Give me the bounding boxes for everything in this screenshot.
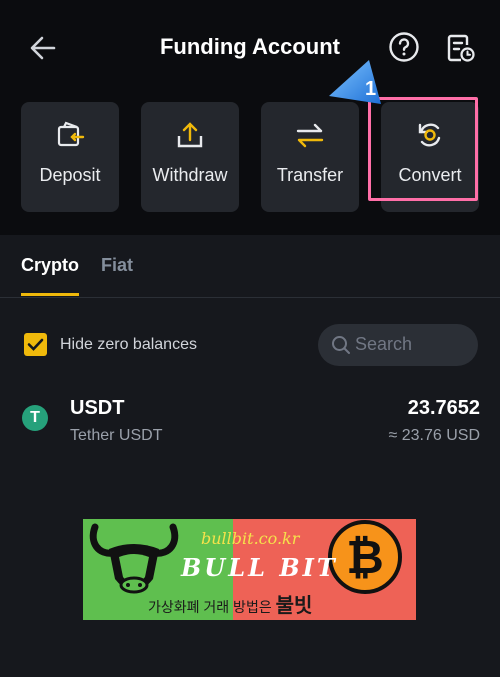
asset-amount: 23.7652 (407, 397, 480, 419)
tether-icon: T (22, 405, 48, 431)
header: Funding Account (0, 20, 500, 76)
withdraw-button[interactable]: Withdraw (141, 102, 239, 212)
step-pointer-icon: 1 (329, 60, 381, 104)
history-icon[interactable] (443, 30, 477, 64)
transfer-icon (296, 123, 324, 148)
ad-banner[interactable]: ₿ bullbit.co.kr BULL BIT 가상화폐 거래 방법은 불빗 (83, 519, 416, 620)
hide-zero-checkbox[interactable] (24, 333, 47, 356)
deposit-icon (57, 121, 85, 147)
checkmark-icon (27, 338, 44, 351)
step-number: 1 (365, 78, 376, 100)
withdraw-icon (177, 122, 203, 148)
banner-tagline-brand: 불빗 (275, 595, 313, 617)
deposit-button[interactable]: Deposit (21, 102, 119, 212)
asset-tabs: Crypto Fiat (21, 250, 481, 298)
divider (0, 297, 500, 298)
hide-zero-label: Hide zero balances (60, 336, 197, 353)
svg-text:₿: ₿ (346, 530, 384, 584)
help-icon[interactable] (387, 30, 421, 64)
convert-highlight-box (368, 97, 478, 201)
tab-fiat[interactable]: Fiat (101, 255, 133, 276)
banner-tagline: 가상화폐 거래 방법은 불빗 (148, 595, 313, 617)
search-icon (332, 336, 350, 354)
transfer-label: Transfer (276, 165, 344, 185)
asset-name: Tether USDT (70, 427, 163, 444)
asset-usd-value: ≈ 23.76 USD (388, 427, 481, 444)
tab-crypto[interactable]: Crypto (21, 255, 79, 276)
asset-row[interactable]: T USDT Tether USDT 23.7652 ≈ 23.76 USD (22, 392, 480, 452)
page-title: Funding Account (159, 34, 341, 59)
transfer-button[interactable]: Transfer (261, 102, 359, 212)
withdraw-label: Withdraw (152, 165, 228, 185)
search-placeholder: Search (355, 334, 413, 354)
banner-url: bullbit.co.kr (201, 529, 300, 548)
active-tab-indicator (21, 293, 79, 296)
banner-brand: BULL BIT (181, 553, 338, 582)
deposit-label: Deposit (39, 165, 101, 185)
asset-symbol: USDT (70, 397, 125, 419)
search-input[interactable]: Search (318, 324, 478, 366)
